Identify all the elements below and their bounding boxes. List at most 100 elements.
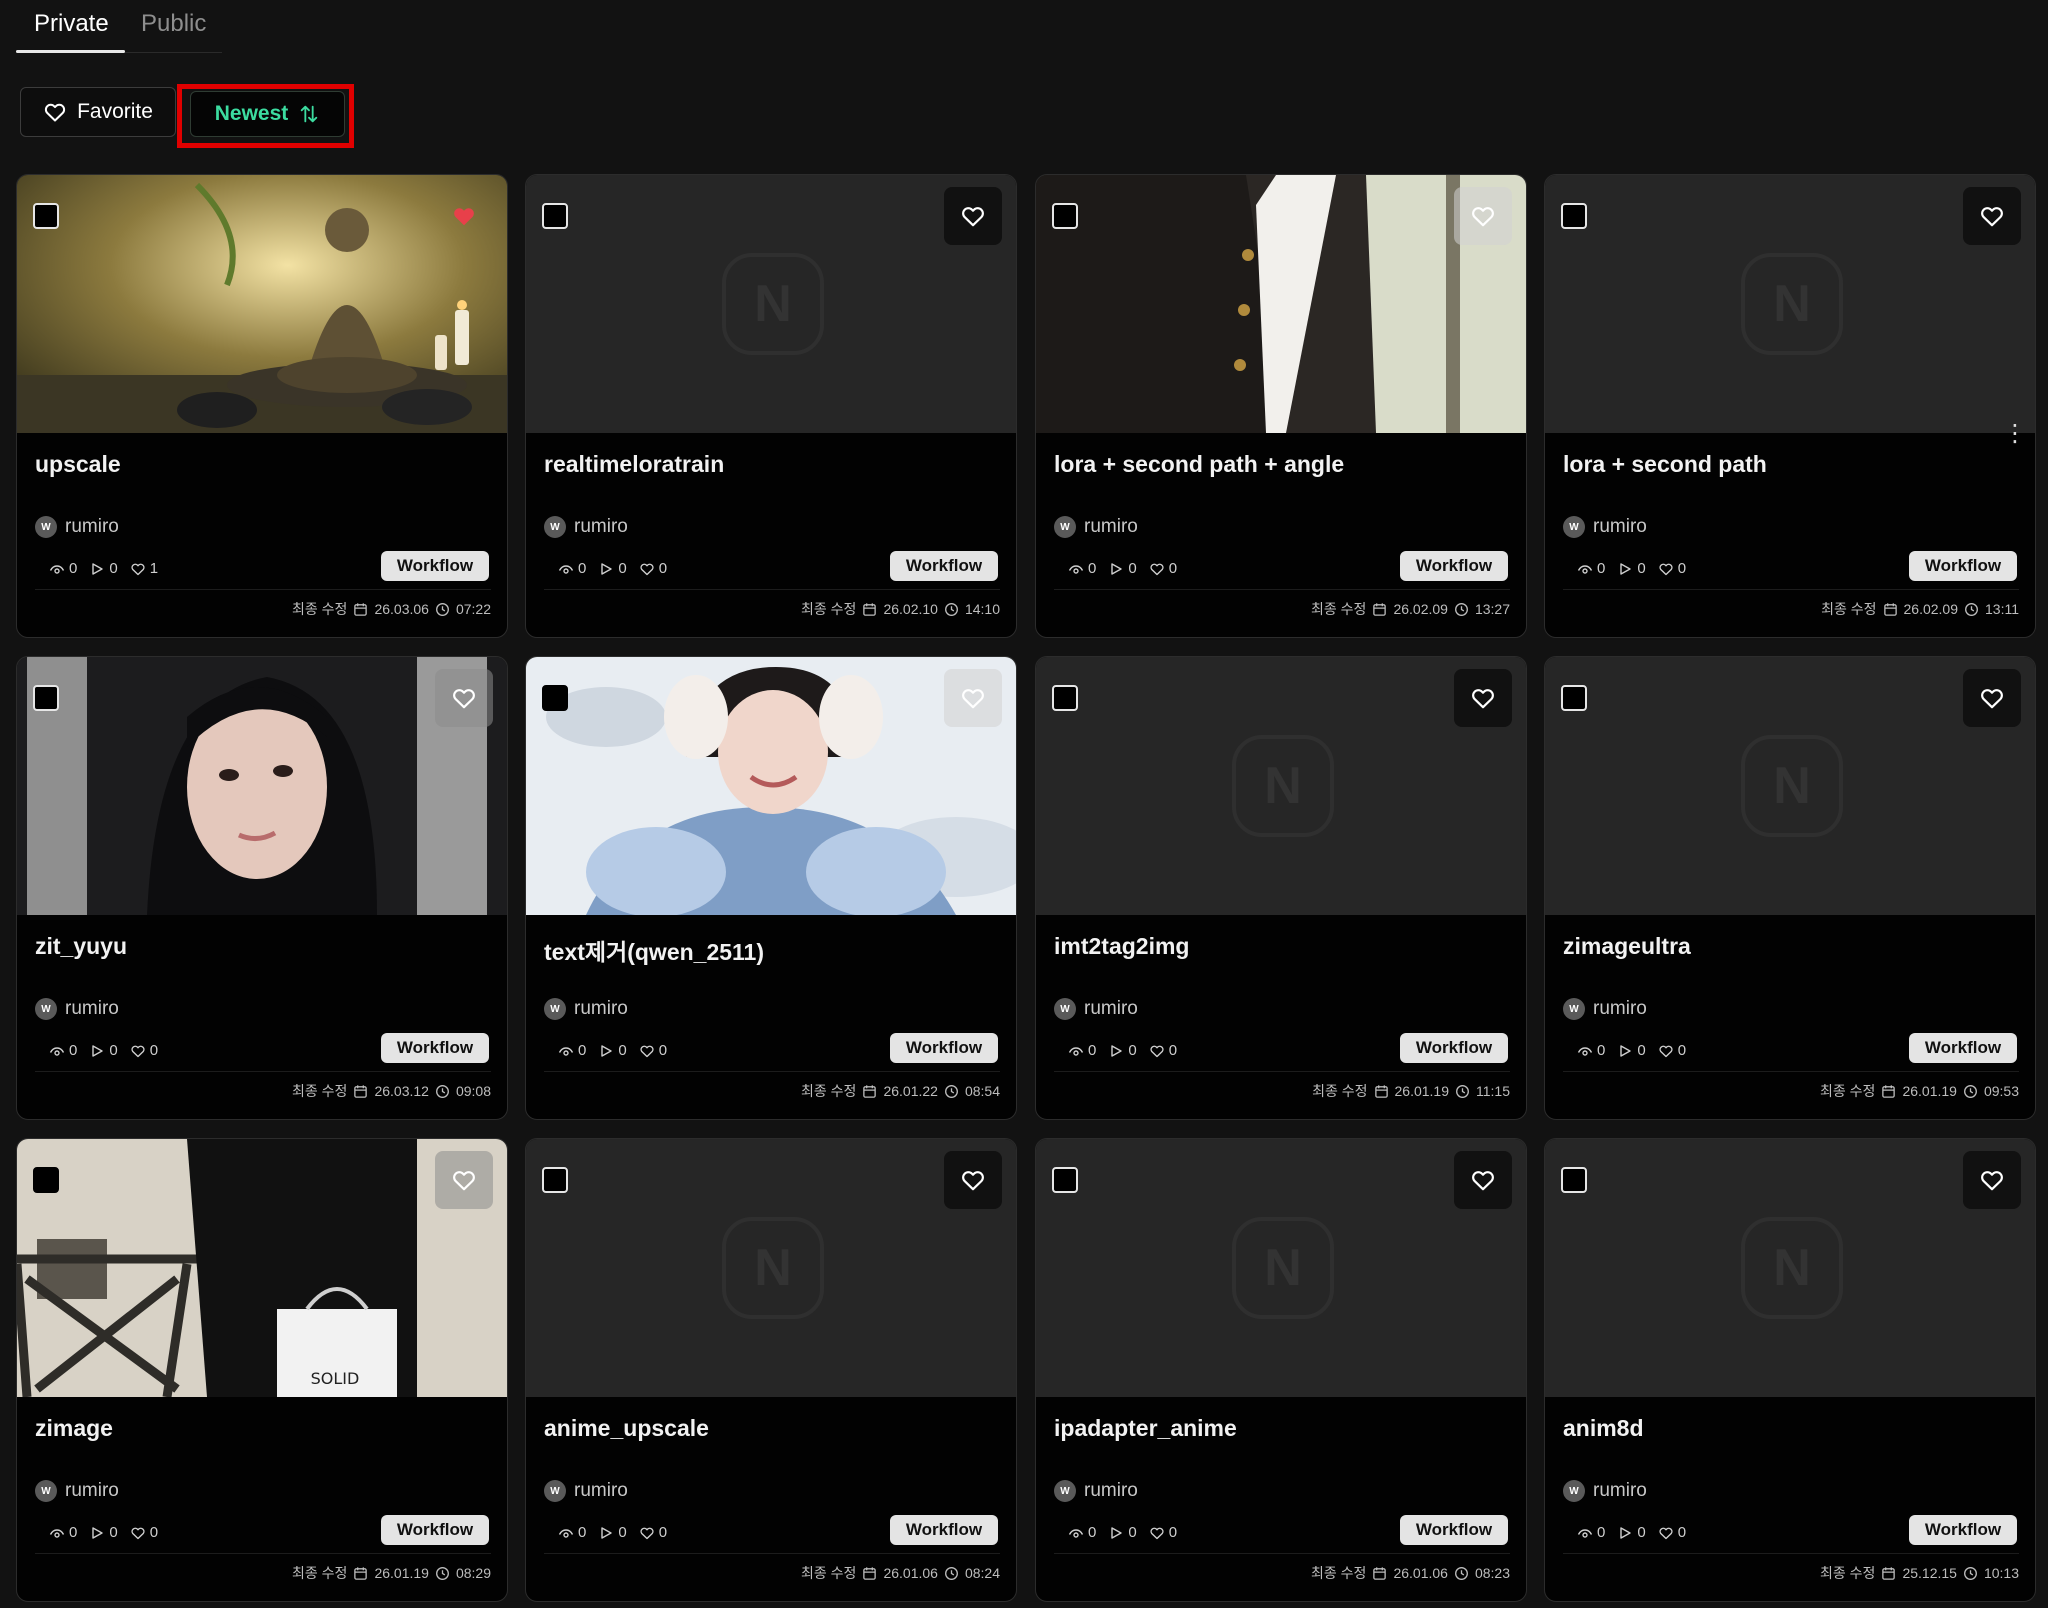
favorite-button[interactable]	[435, 669, 493, 727]
workflow-button[interactable]: Workflow	[890, 1033, 998, 1063]
favorite-button[interactable]	[944, 669, 1002, 727]
likes-count: 0	[1168, 1042, 1178, 1059]
workflow-card[interactable]: N imt2tag2img W rumiro 0 0 0 Workflow 최종…	[1035, 656, 1527, 1120]
workflow-card[interactable]: N zimageultra W rumiro 0 0 0 Workflow 최종…	[1544, 656, 2036, 1120]
workflow-card[interactable]: text제거(qwen_2511) W rumiro 0 0 0 Workflo…	[525, 656, 1017, 1120]
heart-outline-icon	[1472, 689, 1494, 709]
select-checkbox[interactable]	[1052, 685, 1078, 711]
favorite-button[interactable]	[1963, 187, 2021, 245]
last-modified-label: 최종 수정	[1820, 1083, 1876, 1099]
card-title: anim8d	[1563, 1415, 1644, 1441]
select-checkbox[interactable]	[542, 1167, 568, 1193]
calendar-icon	[1374, 1084, 1388, 1098]
select-checkbox[interactable]	[542, 203, 568, 229]
views-stat: 0	[1068, 560, 1096, 577]
workflow-button[interactable]: Workflow	[1400, 1033, 1508, 1063]
runs-icon	[92, 1526, 104, 1539]
likes-icon	[131, 563, 145, 575]
favorite-filter-button[interactable]: Favorite	[20, 87, 176, 137]
favorite-button[interactable]	[944, 1151, 1002, 1209]
select-checkbox[interactable]	[33, 203, 59, 229]
workflow-card[interactable]: lora + second path + angle W rumiro 0 0 …	[1035, 174, 1527, 638]
card-author[interactable]: W rumiro	[1054, 516, 1138, 538]
card-author[interactable]: W rumiro	[544, 998, 628, 1020]
author-name: rumiro	[1084, 998, 1138, 1019]
runs-stat: 0	[598, 1524, 627, 1541]
last-modified-label: 최종 수정	[801, 601, 857, 617]
card-author[interactable]: W rumiro	[35, 516, 119, 538]
favorite-button[interactable]	[435, 187, 493, 245]
last-modified: 최종 수정 26.01.19 08:29	[292, 1563, 491, 1583]
select-checkbox[interactable]	[33, 685, 59, 711]
heart-outline-icon	[1981, 689, 2003, 709]
card-author[interactable]: W rumiro	[1054, 1480, 1138, 1502]
last-modified: 최종 수정 26.02.10 14:10	[801, 599, 1000, 619]
workflow-card[interactable]: N realtimeloratrain W rumiro 0 0 0 Workf…	[525, 174, 1017, 638]
runs-stat: 0	[1617, 560, 1646, 577]
calendar-icon	[863, 1084, 877, 1098]
card-author[interactable]: W rumiro	[544, 1480, 628, 1502]
workflow-button[interactable]: Workflow	[381, 551, 489, 581]
workflow-button[interactable]: Workflow	[1909, 1033, 2017, 1063]
favorite-button[interactable]	[1454, 669, 1512, 727]
author-name: rumiro	[65, 516, 119, 537]
svg-text:SOLID: SOLID	[311, 1369, 360, 1388]
workflow-card[interactable]: SOLID zimage W rumiro 0 0 0 Workflow 최종 …	[16, 1138, 508, 1602]
workflow-button[interactable]: Workflow	[1400, 551, 1508, 581]
runs-icon	[92, 1044, 104, 1057]
modified-date: 26.01.22	[883, 1083, 938, 1099]
workflow-button[interactable]: Workflow	[1909, 1515, 2017, 1545]
favorite-button[interactable]	[1454, 1151, 1512, 1209]
placeholder-logo-icon: N	[1232, 1217, 1334, 1319]
workflow-button[interactable]: Workflow	[890, 1515, 998, 1545]
select-checkbox[interactable]	[542, 685, 568, 711]
workflow-card[interactable]: upscale W rumiro 0 0 1 Workflow 최종 수정 26…	[16, 174, 508, 638]
favorite-button[interactable]	[1963, 669, 2021, 727]
workflow-card[interactable]: N ⋮ lora + second path W rumiro 0 0 0 Wo…	[1544, 174, 2036, 638]
modified-date: 26.01.06	[1393, 1565, 1448, 1581]
placeholder-logo-icon: N	[722, 1217, 824, 1319]
select-checkbox[interactable]	[1561, 1167, 1587, 1193]
runs-icon	[92, 562, 104, 575]
tab-public[interactable]: Public	[141, 10, 206, 38]
more-options-icon[interactable]: ⋮	[2003, 422, 2027, 446]
likes-icon	[640, 1045, 654, 1057]
card-author[interactable]: W rumiro	[1563, 516, 1647, 538]
author-name: rumiro	[1084, 1480, 1138, 1501]
workflow-card[interactable]: N ipadapter_anime W rumiro 0 0 0 Workflo…	[1035, 1138, 1527, 1602]
favorite-button[interactable]	[1454, 187, 1512, 245]
workflow-button[interactable]: Workflow	[1400, 1515, 1508, 1545]
workflow-card[interactable]: N anim8d W rumiro 0 0 0 Workflow 최종 수정 2…	[1544, 1138, 2036, 1602]
last-modified-label: 최종 수정	[1311, 601, 1367, 617]
modified-date: 25.12.15	[1902, 1565, 1957, 1581]
workflow-button[interactable]: Workflow	[890, 551, 998, 581]
runs-icon	[1111, 1044, 1123, 1057]
select-checkbox[interactable]	[33, 1167, 59, 1193]
workflow-card[interactable]: zit_yuyu W rumiro 0 0 0 Workflow 최종 수정 2…	[16, 656, 508, 1120]
card-author[interactable]: W rumiro	[1563, 998, 1647, 1020]
runs-count: 0	[618, 560, 627, 577]
workflow-button[interactable]: Workflow	[1909, 551, 2017, 581]
workflow-button[interactable]: Workflow	[381, 1515, 489, 1545]
card-author[interactable]: W rumiro	[544, 516, 628, 538]
select-checkbox[interactable]	[1561, 203, 1587, 229]
avatar: W	[35, 1480, 57, 1502]
views-stat: 0	[1577, 1042, 1605, 1059]
favorite-button[interactable]	[435, 1151, 493, 1209]
card-title: anime_upscale	[544, 1415, 709, 1441]
card-author[interactable]: W rumiro	[35, 998, 119, 1020]
modified-date: 26.01.19	[1394, 1083, 1450, 1099]
card-author[interactable]: W rumiro	[1563, 1480, 1647, 1502]
favorite-button[interactable]	[944, 187, 1002, 245]
card-author[interactable]: W rumiro	[1054, 998, 1138, 1020]
tab-private[interactable]: Private	[34, 10, 109, 38]
views-icon	[558, 564, 574, 574]
favorite-button[interactable]	[1963, 1151, 2021, 1209]
workflow-button[interactable]: Workflow	[381, 1033, 489, 1063]
workflow-card[interactable]: N anime_upscale W rumiro 0 0 0 Workflow …	[525, 1138, 1017, 1602]
select-checkbox[interactable]	[1052, 1167, 1078, 1193]
card-author[interactable]: W rumiro	[35, 1480, 119, 1502]
select-checkbox[interactable]	[1561, 685, 1587, 711]
newest-sort-button[interactable]: Newest	[190, 91, 345, 137]
select-checkbox[interactable]	[1052, 203, 1078, 229]
